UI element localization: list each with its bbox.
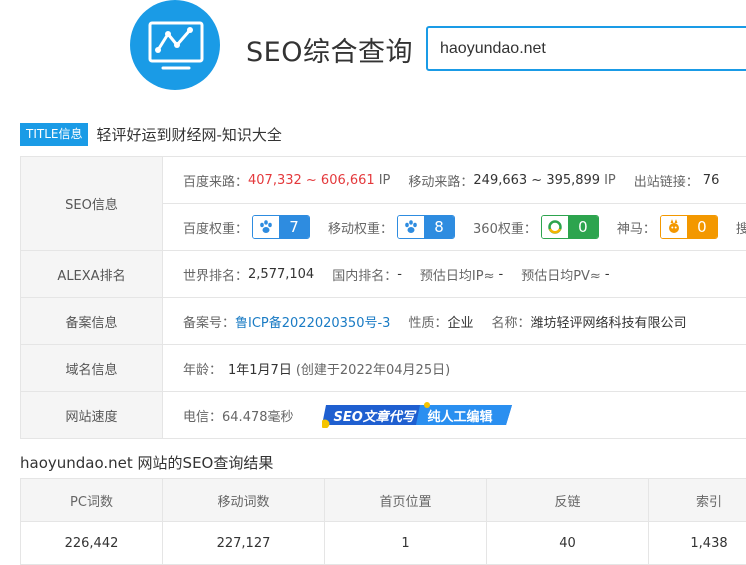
mobile-paw-icon <box>398 216 425 238</box>
baidu-weight-value: 7 <box>279 216 310 238</box>
sogou-label: 搜 <box>735 221 746 237</box>
seo-info-row: SEO信息 百度来路： 407,332 ~ 606,661 IP 移动来路： 2… <box>21 157 746 251</box>
baidu-paw-icon <box>253 216 280 238</box>
w360-weight-value: 0 <box>567 216 598 238</box>
domain-row: 域名信息 年龄： 1年1月7日 (创建于2022年04月25日) <box>21 345 746 392</box>
row-label: 备案信息 <box>21 298 163 344</box>
company-name-label: 名称： <box>491 315 531 331</box>
promo-text-2: 纯人工编辑 <box>427 410 493 425</box>
backlinks-value[interactable]: 40 <box>487 522 649 564</box>
row-label: 域名信息 <box>21 345 163 391</box>
domestic-rank-value: - <box>397 266 402 282</box>
promo-text-1: SEO文章代写 <box>333 410 415 425</box>
pc-words-value[interactable]: 226,442 <box>21 522 163 564</box>
age-value: 1年1月7日 <box>228 362 292 378</box>
header-index: 索引 <box>649 479 746 521</box>
daily-pv-value: - <box>604 266 610 282</box>
nature-label: 性质： <box>408 315 448 331</box>
beian-number-link[interactable]: 鲁ICP备2022020350号-3 <box>235 312 390 331</box>
header-home-position: 首页位置 <box>325 479 487 521</box>
results-table: PC词数 移动词数 首页位置 反链 索引 226,442 227,127 1 4… <box>20 478 746 565</box>
mobile-weight-label: 移动权重： <box>328 221 394 237</box>
telecom-value: 64.478毫秒 <box>222 409 294 425</box>
baidu-source-label: 百度来路： <box>183 174 249 190</box>
baidu-weight-badge[interactable]: 7 <box>252 215 311 239</box>
logo[interactable] <box>130 0 220 90</box>
title-info-row: TITLE信息 轻评好运到财经网-知识大全 <box>20 122 282 146</box>
home-position-value: 1 <box>325 522 487 564</box>
domestic-rank-label: 国内排名： <box>332 268 398 284</box>
shenma-weight-badge[interactable]: 0 <box>659 215 718 239</box>
daily-ip-value: - <box>498 266 504 282</box>
daily-ip-label: 预估日均IP≈ <box>419 268 495 284</box>
360-ring-icon <box>541 216 568 238</box>
title-text: 轻评好运到财经网-知识大全 <box>96 125 282 144</box>
row-label: SEO信息 <box>21 157 163 250</box>
mobile-source-unit: IP <box>604 172 616 188</box>
traffic-line: 百度来路： 407,332 ~ 606,661 IP 移动来路： 249,663… <box>163 157 746 203</box>
results-header-row: PC词数 移动词数 首页位置 反链 索引 <box>21 479 746 522</box>
outbound-value[interactable]: 76 <box>703 173 720 188</box>
page-title: SEO综合查询 <box>246 37 413 68</box>
beian-row: 备案信息 备案号： 鲁ICP备2022020350号-3 性质： 企业 名称： … <box>21 298 746 345</box>
promo-banner[interactable]: SEO文章代写 纯人工编辑 <box>321 402 512 428</box>
index-value[interactable]: 1,438 <box>649 522 746 564</box>
header-pc-words: PC词数 <box>21 479 163 521</box>
chart-monitor-icon <box>148 21 204 70</box>
row-label: ALEXA排名 <box>21 251 163 297</box>
w360-label: 360权重： <box>473 221 537 237</box>
baidu-source-value[interactable]: 407,332 ~ 606,661 <box>248 173 375 188</box>
results-title: haoyundao.net 网站的SEO查询结果 <box>20 454 274 472</box>
world-rank-value: 2,577,104 <box>248 266 315 282</box>
shenma-horse-icon <box>660 216 687 238</box>
shenma-weight-value: 0 <box>686 216 717 238</box>
info-table: SEO信息 百度来路： 407,332 ~ 606,661 IP 移动来路： 2… <box>20 156 746 439</box>
company-name-value: 潍坊轻评网络科技有限公司 <box>530 315 687 331</box>
table-row: 226,442 227,127 1 40 1,438 <box>21 522 746 564</box>
created-date: (创建于2022年04月25日) <box>295 362 451 378</box>
search-input[interactable] <box>428 28 746 69</box>
search-box[interactable] <box>426 26 746 71</box>
alexa-row: ALEXA排名 世界排名： 2,577,104 国内排名： - 预估日均IP≈ … <box>21 251 746 298</box>
nature-value: 企业 <box>447 315 474 331</box>
weight-line: 百度权重： 7 移动权重： 8 360权重： 0 神马： 0 搜 <box>163 203 746 250</box>
baidu-weight-label: 百度权重： <box>183 221 249 237</box>
age-label: 年龄： <box>183 362 223 378</box>
mobile-source-value[interactable]: 249,663 ~ 395,899 <box>473 173 600 188</box>
mobile-words-value[interactable]: 227,127 <box>163 522 325 564</box>
beian-number-label: 备案号： <box>183 315 236 331</box>
telecom-label: 电信： <box>183 409 223 425</box>
header-mobile-words: 移动词数 <box>163 479 325 521</box>
mobile-weight-value: 8 <box>424 216 455 238</box>
mobile-source-label: 移动来路： <box>408 174 474 190</box>
mobile-weight-badge[interactable]: 8 <box>397 215 456 239</box>
world-rank-label: 世界排名： <box>183 268 249 284</box>
baidu-source-unit: IP <box>378 172 391 188</box>
outbound-label: 出站链接： <box>633 174 699 190</box>
daily-pv-label: 预估日均PV≈ <box>521 268 601 284</box>
row-label: 网站速度 <box>21 392 163 438</box>
header-backlinks: 反链 <box>487 479 649 521</box>
title-badge: TITLE信息 <box>20 122 89 146</box>
shenma-label: 神马： <box>616 221 656 237</box>
w360-weight-badge[interactable]: 0 <box>540 215 599 239</box>
speed-row: 网站速度 电信： 64.478毫秒 SEO文章代写 纯人工编辑 <box>21 392 746 438</box>
